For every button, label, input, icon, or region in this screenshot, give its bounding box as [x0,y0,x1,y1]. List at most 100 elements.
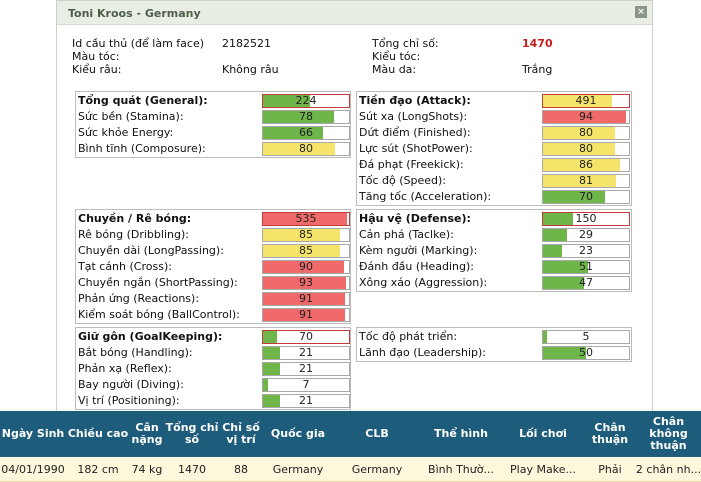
stat-label: Tổng quát (General): [78,94,208,107]
stat-value: 85 [299,244,313,257]
stat-label: Tốc độ (Speed): [359,174,446,187]
stat-bar: 91 [262,292,350,306]
stat-label: Tốc độ phát triển: [359,330,458,343]
table-header-cell[interactable]: Ngày Sinh [0,411,66,457]
stat-value: 90 [299,260,313,273]
table-header-cell[interactable]: Cân nặng [130,411,164,457]
stat-row: Đá phạt (Freekick): 86 [357,157,631,173]
beard-value: Không râu [222,63,279,76]
stat-value: 80 [299,142,313,155]
stat-value: 81 [579,174,593,187]
panel-general: Tổng quát (General): 224 Sức bền (Stamina)… [75,91,351,158]
stat-bar: 21 [262,394,350,408]
stat-bar: 5 [542,330,630,344]
player-id-value: 2182521 [222,37,271,50]
stat-value: 86 [579,158,593,171]
stat-bar: 85 [262,228,350,242]
table-cell: Play Make... [510,463,576,476]
stat-bar: 70 [262,330,350,344]
stat-row: Bình tĩnh (Composure): 80 [76,141,350,157]
stat-value: 70 [579,190,593,203]
stat-header-defense: Hậu vệ (Defense): 150 [357,211,631,227]
table-row[interactable]: 04/01/1990 182 cm 74 kg 1470 88 Germany German… [0,457,701,482]
stat-value: 29 [579,228,593,241]
stat-header-goalkeeping: Giữ gôn (GoalKeeping): 70 [76,329,350,345]
stat-row: Bay người (Diving): 7 [76,377,350,393]
skin-value: Trắng [522,63,553,76]
panel-attack: Tiền đạo (Attack): 491 Sút xa (LongShots):… [356,91,632,206]
total-value: 1470 [522,37,553,50]
table-header: Ngày Sinh Chiều cao Cân nặng Tổng chỉ số Chỉ… [0,411,701,457]
stat-label: Tiền đạo (Attack): [359,94,471,107]
stat-bar: 47 [542,276,630,290]
stat-bar: 7 [262,378,350,392]
stat-label: Tạt cánh (Cross): [78,260,172,273]
stat-value: 21 [299,362,313,375]
table-header-cell[interactable]: Thể hình [420,411,502,457]
stat-label: Phản xạ (Reflex): [78,362,172,375]
table-cell: Bình Thườ... [428,463,494,476]
stat-bar: 78 [262,110,350,124]
stat-row: Đánh đầu (Heading): 51 [357,259,631,275]
stat-label: Sức khỏe Energy: [78,126,174,139]
stat-row: Bắt bóng (Handling): 21 [76,345,350,361]
stat-row: Tạt cánh (Cross): 90 [76,259,350,275]
stat-row: Lãnh đạo (Leadership): 50 [357,345,631,361]
table-header-cell[interactable]: Chân thuận [584,411,636,457]
hair-style-label: Kiểu tóc: [372,50,421,63]
table-cell: 88 [234,463,248,476]
table-header-cell[interactable]: Chỉ số vị trí [220,411,262,457]
stat-bar: 21 [262,346,350,360]
stat-label: Cản phá (Taclke): [359,228,454,241]
stat-label: Tăng tốc (Acceleration): [359,190,492,203]
stat-bar: 93 [262,276,350,290]
stat-row: Sút xa (LongShots): 94 [357,109,631,125]
table-header-cell[interactable]: Chân không thuận [636,411,701,457]
stat-label: Bắt bóng (Handling): [78,346,193,359]
stat-label: Chuyền / Rê bóng: [78,212,192,225]
stat-bar: 23 [542,244,630,258]
stat-value: 50 [579,346,593,359]
stat-value: 7 [302,378,310,391]
stat-label: Lực sút (ShotPower): [359,142,473,155]
table-cell: Phải [598,463,622,476]
table-header-cell[interactable]: Lối chơi [502,411,584,457]
stat-value: 47 [579,276,593,289]
table-cell: 2 chân nh... [636,463,701,476]
panel-defense: Hậu vệ (Defense): 150 Cản phá (Taclke): 29 K… [356,209,632,292]
stat-value: 93 [299,276,313,289]
stat-value: 491 [575,94,597,107]
stat-label: Dứt điểm (Finished): [359,126,471,139]
stat-bar: 94 [542,110,630,124]
table-header-cell[interactable]: Chiều cao [66,411,130,457]
stat-row: Dứt điểm (Finished): 80 [357,125,631,141]
stat-label: Sức bền (Stamina): [78,110,184,123]
stat-bar: 491 [542,94,630,108]
stat-value: 70 [299,330,313,343]
total-label: Tổng chỉ số: [372,37,439,50]
stat-bar: 86 [542,158,630,172]
stat-bar: 80 [542,142,630,156]
stat-header-general: Tổng quát (General): 224 [76,93,350,109]
table-cell: Germany [272,463,324,476]
stat-bar: 81 [542,174,630,188]
stat-row: Tốc độ phát triển: 5 [357,329,631,345]
stat-value: 94 [579,110,593,123]
stat-header-attack: Tiền đạo (Attack): 491 [357,93,631,109]
table-header-cell[interactable]: CLB [334,411,420,457]
stat-value: 78 [299,110,313,123]
stat-bar: 50 [542,346,630,360]
stat-bar: 66 [262,126,350,140]
stat-label: Vị trí (Positioning): [78,394,180,407]
stat-row: Vị trí (Positioning): 21 [76,393,350,409]
skin-label: Màu da: [372,63,417,76]
table-header-cell[interactable]: Quốc gia [262,411,334,457]
table-cell: 1470 [178,463,206,476]
stat-bar: 224 [262,94,350,108]
stat-label: Bình tĩnh (Composure): [78,142,206,155]
stat-value: 21 [299,394,313,407]
stat-value: 535 [295,212,317,225]
table-header-cell[interactable]: Tổng chỉ số [164,411,220,457]
table-cell: 04/01/1990 [1,463,65,476]
stat-header-dribbling: Chuyền / Rê bóng: 535 [76,211,350,227]
